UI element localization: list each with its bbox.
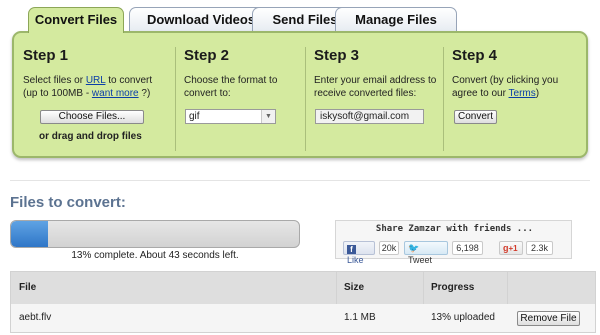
want-more-link[interactable]: want more bbox=[92, 88, 139, 99]
step-1: Step 1 Select files or URL to convert (u… bbox=[23, 47, 173, 151]
remove-file-button[interactable]: Remove File bbox=[517, 311, 580, 326]
step-4-title: Step 4 bbox=[452, 47, 498, 64]
file-name-cell: aebt.flv bbox=[19, 312, 52, 323]
format-select-value: gif bbox=[189, 111, 200, 122]
share-box: Share Zamzar with friends ... fLike 20k … bbox=[335, 220, 572, 265]
step-2-description: Choose the format to convert to: bbox=[184, 75, 278, 99]
facebook-icon: f bbox=[347, 245, 356, 254]
step-4: Step 4 Convert (by clicking you agree to… bbox=[443, 47, 587, 151]
header-progress: Progress bbox=[431, 282, 475, 293]
url-link[interactable]: URL bbox=[86, 75, 106, 86]
facebook-like-count: 20k bbox=[379, 241, 399, 255]
files-table: File Size Progress aebt.flv 1.1 MB 13% u… bbox=[10, 271, 596, 333]
convert-button[interactable]: Convert bbox=[454, 110, 497, 124]
chevron-down-icon: ▼ bbox=[261, 110, 275, 123]
twitter-tweet-button[interactable]: 🐦Tweet bbox=[404, 241, 448, 265]
step-2: Step 2 Choose the format to convert to: … bbox=[175, 47, 310, 151]
tab-convert-files[interactable]: Convert Files bbox=[28, 7, 124, 33]
facebook-like-button[interactable]: fLike bbox=[343, 241, 375, 265]
drag-drop-hint: or drag and drop files bbox=[39, 131, 142, 142]
twitter-bird-icon: 🐦 bbox=[408, 243, 420, 253]
google-plus-button[interactable]: g+1 bbox=[499, 241, 523, 255]
twitter-tweet-count: 6,198 bbox=[452, 241, 483, 255]
step-2-title: Step 2 bbox=[184, 47, 230, 64]
choose-files-button[interactable]: Choose Files... bbox=[40, 110, 144, 124]
file-progress-cell: 13% uploaded bbox=[431, 312, 495, 323]
terms-link[interactable]: Terms bbox=[509, 88, 536, 99]
share-title: Share Zamzar with friends ... bbox=[375, 224, 534, 234]
file-size-cell: 1.1 MB bbox=[344, 312, 376, 323]
header-size: Size bbox=[344, 282, 365, 293]
step-3: Step 3 Enter your email address to recei… bbox=[305, 47, 450, 151]
upload-progress-text: 13% complete. About 43 seconds left. bbox=[71, 250, 239, 261]
section-divider bbox=[10, 180, 590, 181]
format-select[interactable]: gif ▼ bbox=[185, 109, 276, 124]
google-plus-count: 2.3k bbox=[526, 241, 553, 255]
files-to-convert-heading: Files to convert: bbox=[10, 194, 126, 211]
email-field[interactable]: iskysoft@gmail.com bbox=[315, 109, 424, 124]
upload-progress-fill bbox=[11, 221, 49, 247]
step-4-description: Convert (by clicking you agree to our Te… bbox=[452, 75, 559, 99]
header-file: File bbox=[19, 282, 37, 293]
step-1-description: Select files or URL to convert (up to 10… bbox=[23, 75, 153, 99]
table-row: aebt.flv 1.1 MB 13% uploaded Remove File bbox=[11, 304, 595, 332]
step-1-title: Step 1 bbox=[23, 47, 69, 64]
tab-manage-files[interactable]: Manage Files bbox=[335, 7, 457, 31]
step-3-title: Step 3 bbox=[314, 47, 360, 64]
conversion-panel: Step 1 Select files or URL to convert (u… bbox=[12, 31, 588, 158]
upload-progress-bar bbox=[10, 220, 300, 248]
step-3-description: Enter your email address to receive conv… bbox=[314, 75, 437, 99]
